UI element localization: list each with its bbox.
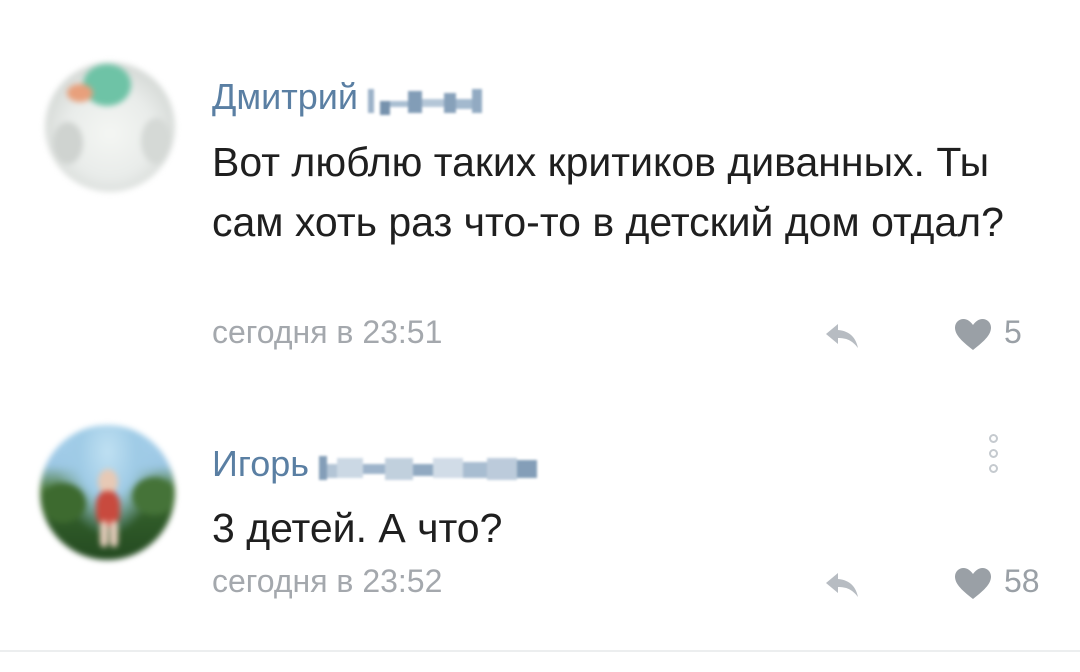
comment-item: Дмитрий Вот люблю таких критиков диванны… xyxy=(0,0,1080,400)
avatar[interactable] xyxy=(40,425,175,560)
author-name[interactable]: Игорь xyxy=(212,443,541,485)
heart-icon[interactable] xyxy=(954,567,992,601)
avatar[interactable] xyxy=(45,62,175,192)
reply-arrow-icon[interactable] xyxy=(822,569,862,601)
comment-meta: сегодня в 23:51 5 xyxy=(212,314,1050,354)
like-count: 58 xyxy=(1004,563,1040,599)
censored-surname xyxy=(367,84,486,116)
censored-surname xyxy=(319,451,541,481)
like-count: 5 xyxy=(1004,314,1022,350)
heart-icon[interactable] xyxy=(954,318,992,352)
author-name[interactable]: Дмитрий xyxy=(212,76,486,118)
author-name-text[interactable]: Дмитрий xyxy=(212,76,358,117)
comment-text: Вот люблю таких критиков диванных. Ты са… xyxy=(212,139,1004,245)
comment-text: 3 детей. А что? xyxy=(212,505,503,551)
divider xyxy=(0,650,1080,652)
author-name-text[interactable]: Игорь xyxy=(212,443,309,484)
vertical-dots-icon[interactable] xyxy=(984,434,1002,486)
comment-item: Игорь 3 детей. А что? сегодня в 23:52 58 xyxy=(0,400,1080,660)
comment-meta: сегодня в 23:52 58 xyxy=(212,563,1050,603)
comment-time: сегодня в 23:52 xyxy=(212,563,443,599)
comment-time: сегодня в 23:51 xyxy=(212,314,443,350)
reply-arrow-icon[interactable] xyxy=(822,320,862,352)
